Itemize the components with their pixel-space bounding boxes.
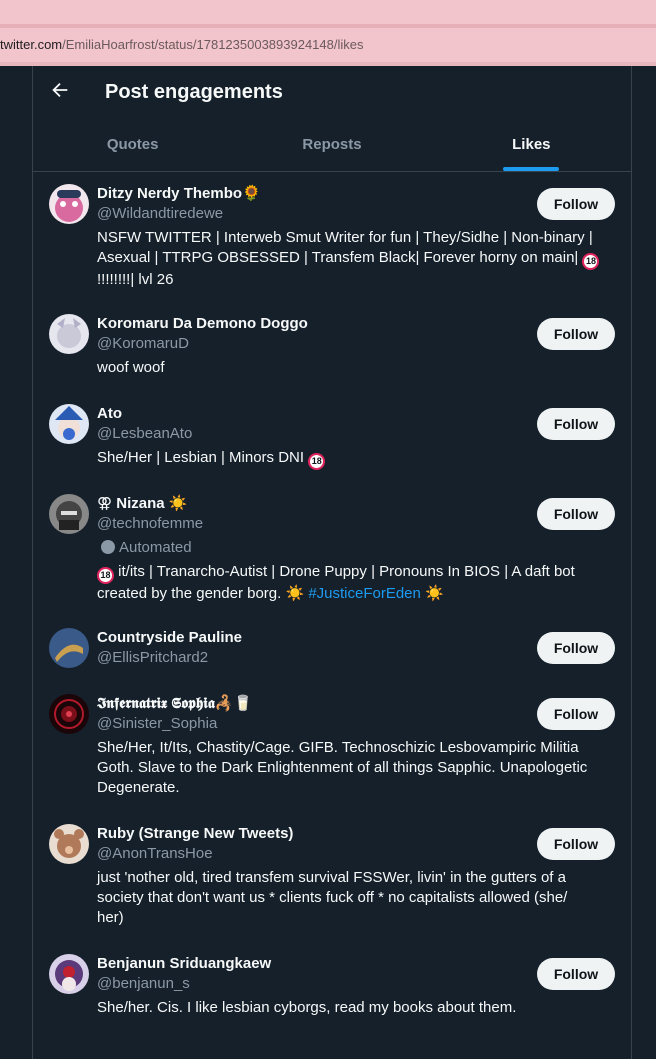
user-cell[interactable]: Ditzy Nerdy Thembo🌻 @Wildandtiredewe NSF…: [33, 184, 631, 304]
automated-label: Automated: [97, 538, 617, 558]
user-bio: She/her. Cis. I like lesbian cyborgs, re…: [97, 999, 517, 1016]
page-title: Post engagements: [105, 81, 283, 103]
hashtag-link[interactable]: #JusticeForEden: [308, 585, 421, 602]
user-cell[interactable]: Ato @LesbeanAto She/Her | Lesbian | Mino…: [33, 404, 631, 484]
bio-line: Goth. Slave to the Dark Enlightenment of…: [97, 759, 588, 776]
url-host: twitter.com: [0, 37, 63, 52]
user-cell[interactable]: Countryside Pauline @EllisPritchard2 Fol…: [33, 628, 631, 684]
avatar[interactable]: [49, 954, 89, 994]
follow-button[interactable]: Follow: [537, 632, 615, 664]
bio-line: society that don't want us * clients fuc…: [97, 889, 568, 906]
bio-line: 18 it/its | Tranarcho-Autist | Drone Pup…: [97, 562, 603, 584]
bio-text: Asexual | TTRPG OBSESSED | Transfem Blac…: [97, 249, 579, 266]
no-under-18-icon: 18: [582, 253, 600, 270]
bio-line: created by the gender borg. ☀️ #JusticeF…: [97, 584, 603, 604]
follow-button[interactable]: Follow: [537, 698, 615, 730]
avatar[interactable]: [49, 184, 89, 224]
engagements-column: Post engagements Quotes Reposts Likes Di…: [32, 66, 632, 1059]
avatar[interactable]: [49, 694, 89, 734]
tab-reposts-label: Reposts: [302, 136, 362, 153]
follow-button[interactable]: Follow: [537, 498, 615, 530]
follow-button[interactable]: Follow: [537, 828, 615, 860]
bio-text: it/its | Tranarcho-Autist | Drone Puppy …: [114, 563, 575, 580]
bio-line: Degenerate.: [97, 779, 180, 796]
bio-text: She/Her | Lesbian | Minors DNI: [97, 449, 305, 466]
user-bio: just 'nother old, tired transfem surviva…: [97, 868, 603, 928]
user-bio: 18 it/its | Tranarcho-Autist | Drone Pup…: [97, 562, 603, 604]
user-cell[interactable]: Ruby (Strange New Tweets) @AnonTransHoe …: [33, 824, 631, 944]
url-path: /EmiliaHoarfrost/status/1781235003893924…: [62, 37, 364, 52]
tab-quotes-label: Quotes: [106, 136, 159, 153]
user-cell[interactable]: Benjanun Sriduangkaew @benjanun_s She/he…: [33, 954, 631, 1034]
bio-line: She/Her, It/Its, Chastity/Cage. GIFB. Te…: [97, 739, 579, 756]
address-bar[interactable]: twitter.com/EmiliaHoarfrost/status/17812…: [0, 28, 656, 62]
active-tab-indicator: [503, 167, 560, 171]
bio-line: Asexual | TTRPG OBSESSED | Transfem Blac…: [97, 248, 603, 270]
tab-likes-label: Likes: [512, 136, 551, 153]
bio-line: her): [97, 909, 124, 926]
avatar[interactable]: [49, 314, 89, 354]
follow-button[interactable]: Follow: [537, 318, 615, 350]
browser-tab-strip: [0, 0, 656, 24]
user-bio: She/Her, It/Its, Chastity/Cage. GIFB. Te…: [97, 738, 603, 798]
tab-quotes[interactable]: Quotes: [33, 122, 232, 171]
bio-line: NSFW TWITTER | Interweb Smut Writer for …: [97, 229, 593, 246]
bio-line: !!!!!!!!| lvl 26: [97, 271, 174, 288]
user-cell[interactable]: ⚢ Nizana ☀️ @technofemme Automated 18 it…: [33, 494, 631, 618]
bio-line: just 'nother old, tired transfem surviva…: [97, 869, 566, 886]
tab-reposts[interactable]: Reposts: [232, 122, 431, 171]
avatar[interactable]: [49, 404, 89, 444]
follow-button[interactable]: Follow: [537, 188, 615, 220]
user-cell[interactable]: Koromaru Da Demono Doggo @KoromaruD woof…: [33, 314, 631, 394]
user-bio: woof woof: [97, 359, 165, 376]
automated-text: Automated: [119, 539, 192, 556]
page-header: Post engagements: [33, 66, 631, 118]
follow-button[interactable]: Follow: [537, 408, 615, 440]
avatar[interactable]: [49, 824, 89, 864]
bio-text: ☀️: [420, 585, 444, 602]
back-arrow-icon[interactable]: [49, 79, 71, 101]
follow-button[interactable]: Follow: [537, 958, 615, 990]
avatar[interactable]: [49, 494, 89, 534]
tab-likes[interactable]: Likes: [432, 122, 631, 171]
user-bio: NSFW TWITTER | Interweb Smut Writer for …: [97, 228, 603, 290]
avatar[interactable]: [49, 628, 89, 668]
bio-text: created by the gender borg. ☀️: [97, 585, 305, 602]
engagement-tabs: Quotes Reposts Likes: [33, 122, 631, 172]
bot-icon: [101, 540, 115, 554]
user-bio: She/Her | Lesbian | Minors DNI 18: [97, 448, 603, 470]
user-cell[interactable]: 𝕴𝖓𝖋𝖊𝖗𝖓𝖆𝖙𝖗𝖎𝖝 𝕾𝖔𝖕𝖍𝖎𝖆🦂🥛 @Sinister_Sophia Sh…: [33, 694, 631, 814]
no-under-18-icon: 18: [97, 567, 114, 584]
no-under-18-icon: 18: [308, 453, 326, 470]
